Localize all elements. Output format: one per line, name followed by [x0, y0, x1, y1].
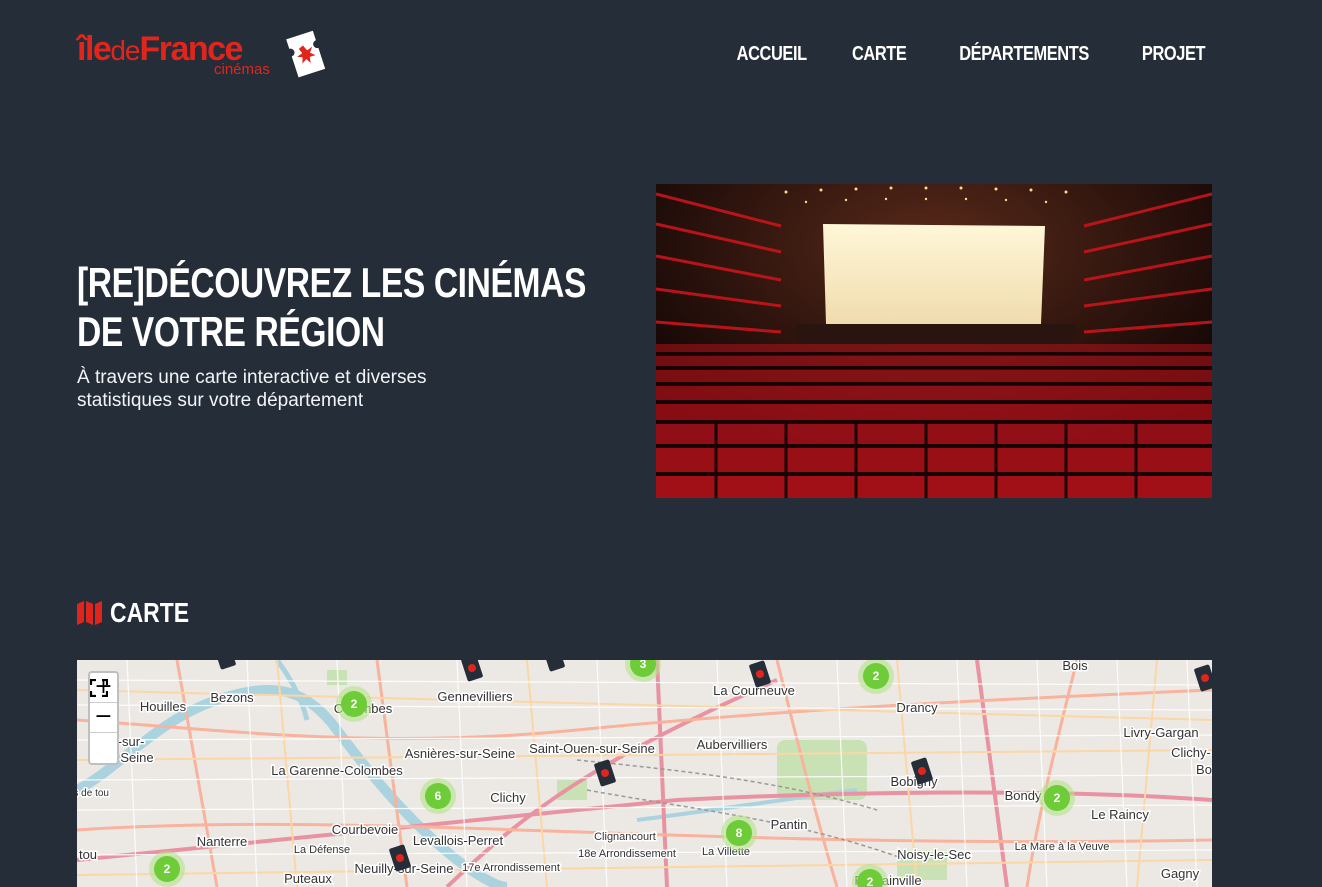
cinema-cluster-marker[interactable]: 2 — [336, 686, 372, 722]
map-icon — [77, 601, 102, 625]
nav-accueil[interactable]: ACCUEIL — [737, 40, 807, 68]
map-label: Puteaux — [284, 871, 332, 886]
map-label: La Garenne-Colombes — [271, 763, 403, 778]
cinema-cluster-marker[interactable]: 2 — [149, 851, 185, 887]
svg-text:2: 2 — [867, 875, 874, 887]
logo-subtitle: cinémas — [214, 61, 270, 78]
svg-text:8: 8 — [736, 826, 743, 840]
map-label: Gagny — [1161, 866, 1200, 881]
cinema-cluster-marker[interactable]: 6 — [420, 778, 456, 814]
map-label: Le Raincy — [1091, 807, 1149, 822]
map-label: Drancy — [896, 700, 938, 715]
nav-projet[interactable]: PROJET — [1142, 40, 1206, 68]
zoom-out-button[interactable]: − — [90, 703, 117, 733]
svg-text:6: 6 — [435, 789, 442, 803]
map-label: Noisy-le-Sec — [897, 847, 971, 862]
map-label: Clignancourt — [594, 831, 656, 843]
site-logo[interactable]: îledeFrance cinémas — [77, 28, 337, 84]
cinema-cluster-marker[interactable]: 2 — [852, 864, 888, 887]
map-label: Levallois-Perret — [413, 833, 504, 848]
map-label: Seine — [120, 750, 153, 765]
nav-carte[interactable]: CARTE — [852, 40, 907, 68]
map-label: Bondy — [1005, 788, 1042, 803]
map-label: Clichy- — [1171, 745, 1211, 760]
hero-subtitle: À travers une carte interactive et diver… — [77, 367, 427, 411]
svg-text:2: 2 — [873, 669, 880, 683]
map-label: 18e Arrondissement — [578, 848, 676, 860]
svg-text:3: 3 — [640, 660, 647, 671]
fullscreen-icon — [90, 679, 108, 697]
cinema-theater-image — [656, 184, 1212, 498]
ticket-icon — [286, 30, 326, 78]
nav-departements[interactable]: DÉPARTEMENTS — [959, 40, 1089, 68]
map-label: Bo — [1196, 762, 1212, 777]
map-tiles[interactable]: Bois La Courneuve Drancy Bezons Houilles… — [77, 660, 1212, 887]
cinema-cluster-marker[interactable]: 3 — [625, 660, 661, 682]
map-label: tou — [79, 847, 97, 862]
map-label: Aubervilliers — [697, 737, 768, 752]
map-label: Houilles — [140, 699, 187, 714]
map-label: 17e Arrondissement — [462, 862, 560, 874]
map-label: La Courneuve — [713, 683, 795, 698]
svg-text:2: 2 — [351, 697, 358, 711]
map-section-heading: CARTE — [77, 598, 206, 628]
map-label: Pantin — [771, 817, 808, 832]
map-label: La Mare à la Veuve — [1015, 841, 1110, 853]
map-label: Courbevoie — [332, 822, 399, 837]
map-label: Asnières-sur-Seine — [405, 746, 516, 761]
map-label: Bois — [1062, 660, 1088, 673]
map-label: La Défense — [294, 844, 350, 856]
map-label: uts de tou — [77, 788, 109, 799]
interactive-map[interactable]: Bois La Courneuve Drancy Bezons Houilles… — [77, 660, 1212, 887]
main-nav: ACCUEIL CARTE DÉPARTEMENTS PROJET — [729, 40, 1212, 68]
cinema-cluster-marker[interactable]: 2 — [858, 660, 894, 694]
map-label: Gennevilliers — [437, 689, 513, 704]
cinema-cluster-marker[interactable]: 8 — [721, 815, 757, 851]
map-label: Saint-Ouen-sur-Seine — [529, 741, 655, 756]
map-label: Clichy — [490, 790, 526, 805]
cinema-cluster-marker[interactable]: 2 — [1039, 780, 1075, 816]
map-label: Nanterre — [197, 834, 248, 849]
svg-text:2: 2 — [164, 862, 171, 876]
map-label: Bezons — [210, 690, 254, 705]
fullscreen-button[interactable] — [90, 679, 117, 763]
map-section-title: CARTE — [110, 597, 190, 628]
svg-text:2: 2 — [1054, 791, 1061, 805]
map-label: Livry-Gargan — [1123, 725, 1198, 740]
hero-title: [RE]DÉCOUVREZ LES CINÉMAS DE VOTRE RÉGIO… — [77, 259, 586, 355]
map-zoom-control: + − — [88, 671, 119, 765]
